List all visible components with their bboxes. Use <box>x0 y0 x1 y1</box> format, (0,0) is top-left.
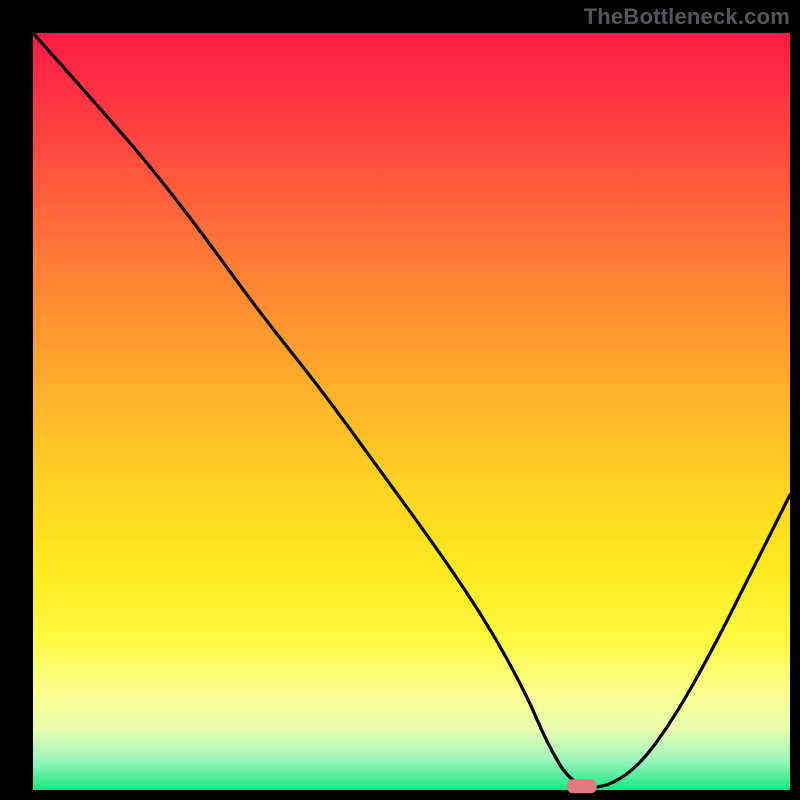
optimal-marker <box>567 779 597 793</box>
bottleneck-chart <box>0 0 800 800</box>
chart-container: TheBottleneck.com <box>0 0 800 800</box>
plot-background <box>33 33 790 790</box>
watermark-text: TheBottleneck.com <box>584 4 790 30</box>
